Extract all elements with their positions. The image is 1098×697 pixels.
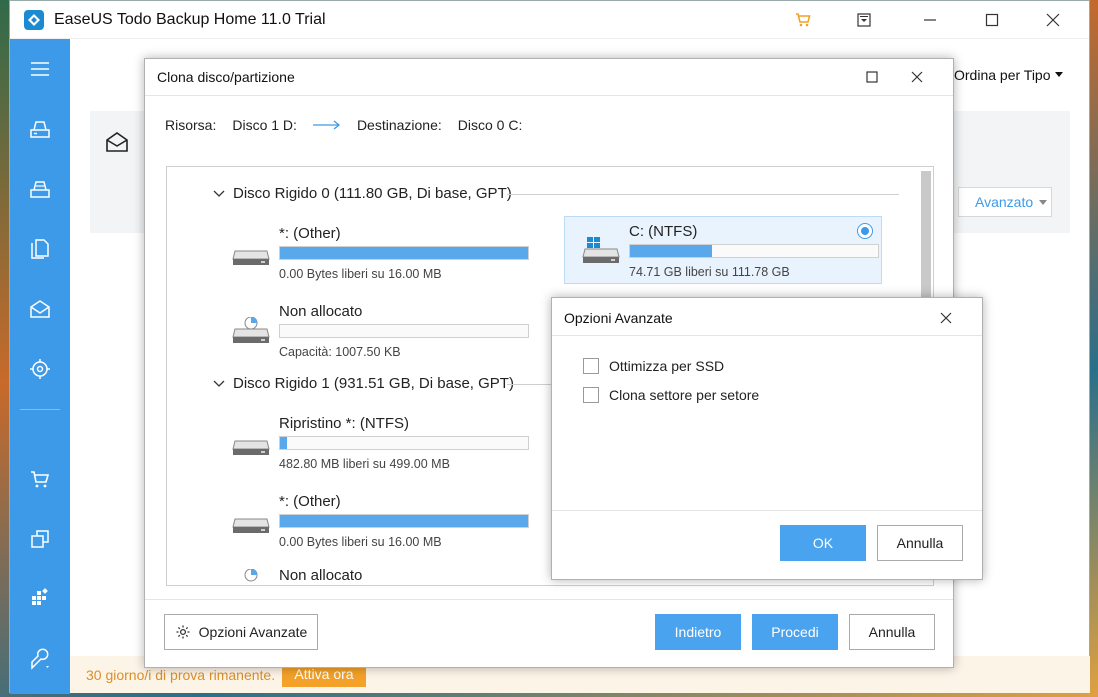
- advanced-options-label: Opzioni Avanzate: [198, 624, 308, 640]
- ok-button[interactable]: OK: [780, 525, 866, 561]
- disk-group-header[interactable]: Disco Rigido 0 (111.80 GB, Di base, GPT): [213, 185, 512, 202]
- optimize-ssd-checkbox[interactable]: [583, 358, 599, 374]
- close-icon[interactable]: [1030, 7, 1076, 33]
- gear-icon: [176, 625, 190, 639]
- maximize-icon[interactable]: [969, 7, 1015, 33]
- disk-group-label: Disco Rigido 0 (111.80 GB, Di base, GPT): [233, 185, 512, 202]
- file-backup-icon[interactable]: [27, 236, 53, 262]
- partition-item[interactable]: *: (Other) 0.00 Bytes liberi su 16.00 MB: [215, 219, 533, 287]
- minimize-icon[interactable]: [907, 7, 953, 33]
- usage-bar-fill: [280, 247, 528, 259]
- divider: [552, 510, 982, 511]
- sector-clone-checkbox[interactable]: [583, 387, 599, 403]
- sector-clone-label: Clona settore per setore: [609, 387, 760, 403]
- usage-bar: [279, 246, 529, 260]
- optimize-ssd-option[interactable]: Ottimizza per SSD: [583, 358, 724, 374]
- sidebar: [10, 39, 70, 694]
- advanced-options-dialog: Opzioni Avanzate Ottimizza per SSD Clona…: [551, 297, 983, 580]
- cart-icon[interactable]: [27, 466, 53, 492]
- selected-radio[interactable]: [857, 223, 873, 239]
- app-logo-icon: [24, 10, 44, 30]
- maximize-icon[interactable]: [860, 67, 884, 87]
- hard-disk-icon: [232, 518, 270, 533]
- cancel-button[interactable]: Annulla: [849, 614, 935, 650]
- source-value: Disco 1 D:: [232, 117, 297, 133]
- divider: [145, 95, 953, 96]
- partition-item[interactable]: Ripristino *: (NTFS) 482.80 MB liberi su…: [215, 409, 533, 477]
- destination-label: Destinazione:: [356, 117, 442, 133]
- usage-bar: [279, 436, 529, 450]
- usage-bar: [279, 514, 529, 528]
- usage-bar: [629, 244, 879, 258]
- partition-name: C: (NTFS): [629, 223, 698, 240]
- partition-info: Capacità: 1007.50 KB: [279, 345, 401, 359]
- advanced-options-button[interactable]: Opzioni Avanzate: [164, 614, 318, 650]
- partition-backup-icon[interactable]: [27, 176, 53, 202]
- advanced-options-title: Opzioni Avanzate: [564, 310, 673, 326]
- cancel-button[interactable]: Annulla: [877, 525, 963, 561]
- tools-grid-icon[interactable]: [27, 584, 53, 610]
- partition-info: 0.00 Bytes liberi su 16.00 MB: [279, 267, 442, 281]
- sector-clone-option[interactable]: Clona settore per setore: [583, 387, 759, 403]
- partition-item-selected[interactable]: C: (NTFS) 74.71 GB liberi su 111.78 GB: [564, 216, 882, 284]
- usage-bar-fill: [630, 245, 712, 257]
- partition-info: 74.71 GB liberi su 111.78 GB: [629, 265, 790, 279]
- target-icon[interactable]: [27, 356, 53, 382]
- partition-info: 482.80 MB liberi su 499.00 MB: [279, 457, 450, 471]
- windows-disk-icon: [582, 237, 620, 263]
- menu-icon[interactable]: [27, 56, 53, 82]
- hard-disk-icon: [232, 250, 270, 265]
- partition-name: Ripristino *: (NTFS): [279, 415, 410, 432]
- close-icon[interactable]: [936, 308, 956, 328]
- sort-by-type-dropdown[interactable]: Ordina per Tipo: [954, 67, 1051, 83]
- unallocated-disk-icon: [244, 569, 258, 582]
- partition-item[interactable]: *: (Other) 0.00 Bytes liberi su 16.00 MB: [215, 487, 533, 555]
- clone-route: Risorsa: Disco 1 D: Destinazione: Disco …: [165, 117, 538, 133]
- proceed-button[interactable]: Procedi: [752, 614, 838, 650]
- partition-item[interactable]: Non allocato Capacità: 1007.50 KB: [215, 297, 533, 365]
- advanced-dropdown-button[interactable]: Avanzato: [958, 187, 1052, 217]
- chevron-down-icon: [213, 380, 225, 387]
- chevron-down-icon: [213, 190, 225, 197]
- usage-bar-fill: [280, 437, 288, 449]
- source-label: Risorsa:: [165, 117, 217, 133]
- radio-dot: [861, 227, 869, 235]
- close-icon[interactable]: [905, 67, 929, 87]
- partition-name: Non allocato: [279, 567, 363, 584]
- partition-item[interactable]: Non allocato: [215, 565, 533, 585]
- usage-bar: [279, 324, 529, 338]
- disk-backup-icon[interactable]: [27, 116, 53, 142]
- app-title: EaseUS Todo Backup Home 11.0 Trial: [54, 11, 326, 28]
- clone-icon[interactable]: [27, 526, 53, 552]
- unallocated-disk-icon: [232, 317, 270, 343]
- cart-icon[interactable]: [780, 7, 826, 33]
- title-bar: EaseUS Todo Backup Home 11.0 Trial: [10, 1, 1089, 39]
- divider: [145, 599, 953, 600]
- partition-name: Non allocato: [279, 303, 363, 320]
- divider: [552, 335, 982, 336]
- sort-caret-icon: [1055, 72, 1063, 77]
- clone-dialog-title: Clona disco/partizione: [157, 69, 295, 85]
- optimize-ssd-label: Ottimizza per SSD: [609, 358, 725, 374]
- disk-group-header[interactable]: Disco Rigido 1 (931.51 GB, Di base, GPT): [213, 375, 514, 392]
- chevron-down-icon: [1039, 199, 1048, 205]
- partition-info: 0.00 Bytes liberi su 16.00 MB: [279, 535, 442, 549]
- arrow-right-icon: [312, 120, 340, 130]
- partition-name: *: (Other): [279, 493, 341, 510]
- divider: [507, 194, 899, 195]
- usage-bar-fill: [280, 515, 528, 527]
- hard-disk-icon: [232, 440, 270, 455]
- disk-group-label: Disco Rigido 1 (931.51 GB, Di base, GPT): [233, 375, 514, 392]
- mail-icon: [106, 132, 128, 152]
- dropdown-menu-icon[interactable]: [841, 7, 887, 33]
- wrench-icon[interactable]: [27, 647, 53, 673]
- trial-remaining-text: 30 giorno/i di prova rimanente.: [86, 667, 276, 683]
- back-button[interactable]: Indietro: [655, 614, 741, 650]
- destination-value: Disco 0 C:: [457, 117, 523, 133]
- mail-backup-icon[interactable]: [27, 296, 53, 322]
- sidebar-divider: [20, 409, 60, 410]
- partition-name: *: (Other): [279, 225, 341, 242]
- advanced-button-label: Avanzato: [975, 194, 1034, 210]
